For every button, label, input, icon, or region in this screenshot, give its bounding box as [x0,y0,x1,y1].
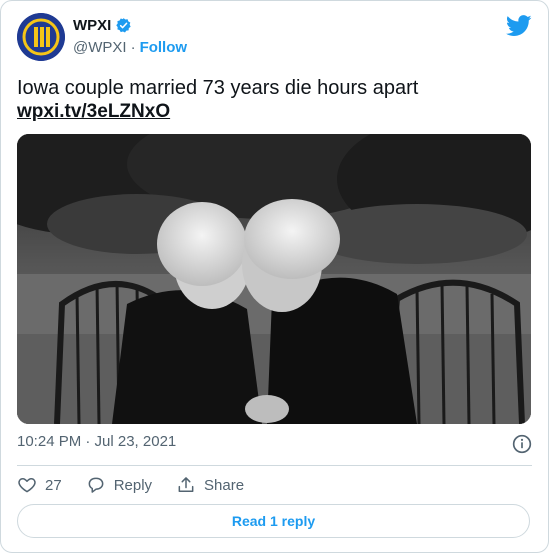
twitter-bird-icon[interactable] [506,15,532,37]
heart-icon [18,478,36,493]
avatar[interactable] [17,13,65,61]
reply-label: Reply [113,476,153,494]
tweet-timestamp[interactable]: 10:24 PM · Jul 23, 2021 [17,433,176,450]
like-button[interactable]: 27 [17,475,62,495]
reply-button[interactable]: Reply [86,475,152,495]
read-replies-button[interactable]: Read 1 reply [17,504,530,538]
tweet-card: WPXI @WPXI · Follow Iowa couple married … [0,0,549,553]
tweet-photo[interactable] [17,134,531,424]
tweet-link[interactable]: wpxi.tv/3eLZNxO [17,101,170,123]
share-upload-icon [178,477,194,492]
wpxi-logo-icon [17,13,65,61]
account-name[interactable]: WPXI [73,17,111,34]
divider [17,465,532,466]
tweet-text: Iowa couple married 73 years die hours a… [17,77,419,99]
verified-badge-icon [116,18,131,33]
follow-button[interactable]: Follow [140,39,188,56]
account-handle[interactable]: @WPXI [73,39,127,56]
info-icon[interactable] [512,434,532,454]
handle-row: @WPXI · Follow [73,39,187,56]
reply-bubble-icon [88,477,104,493]
separator-dot: · [130,39,136,56]
share-label: Share [204,476,245,494]
action-bar: 27 Reply Share [17,475,268,495]
like-count: 27 [45,476,62,494]
name-row: WPXI [73,17,132,34]
share-button[interactable]: Share [176,475,244,495]
couple-photo-image [17,134,531,424]
